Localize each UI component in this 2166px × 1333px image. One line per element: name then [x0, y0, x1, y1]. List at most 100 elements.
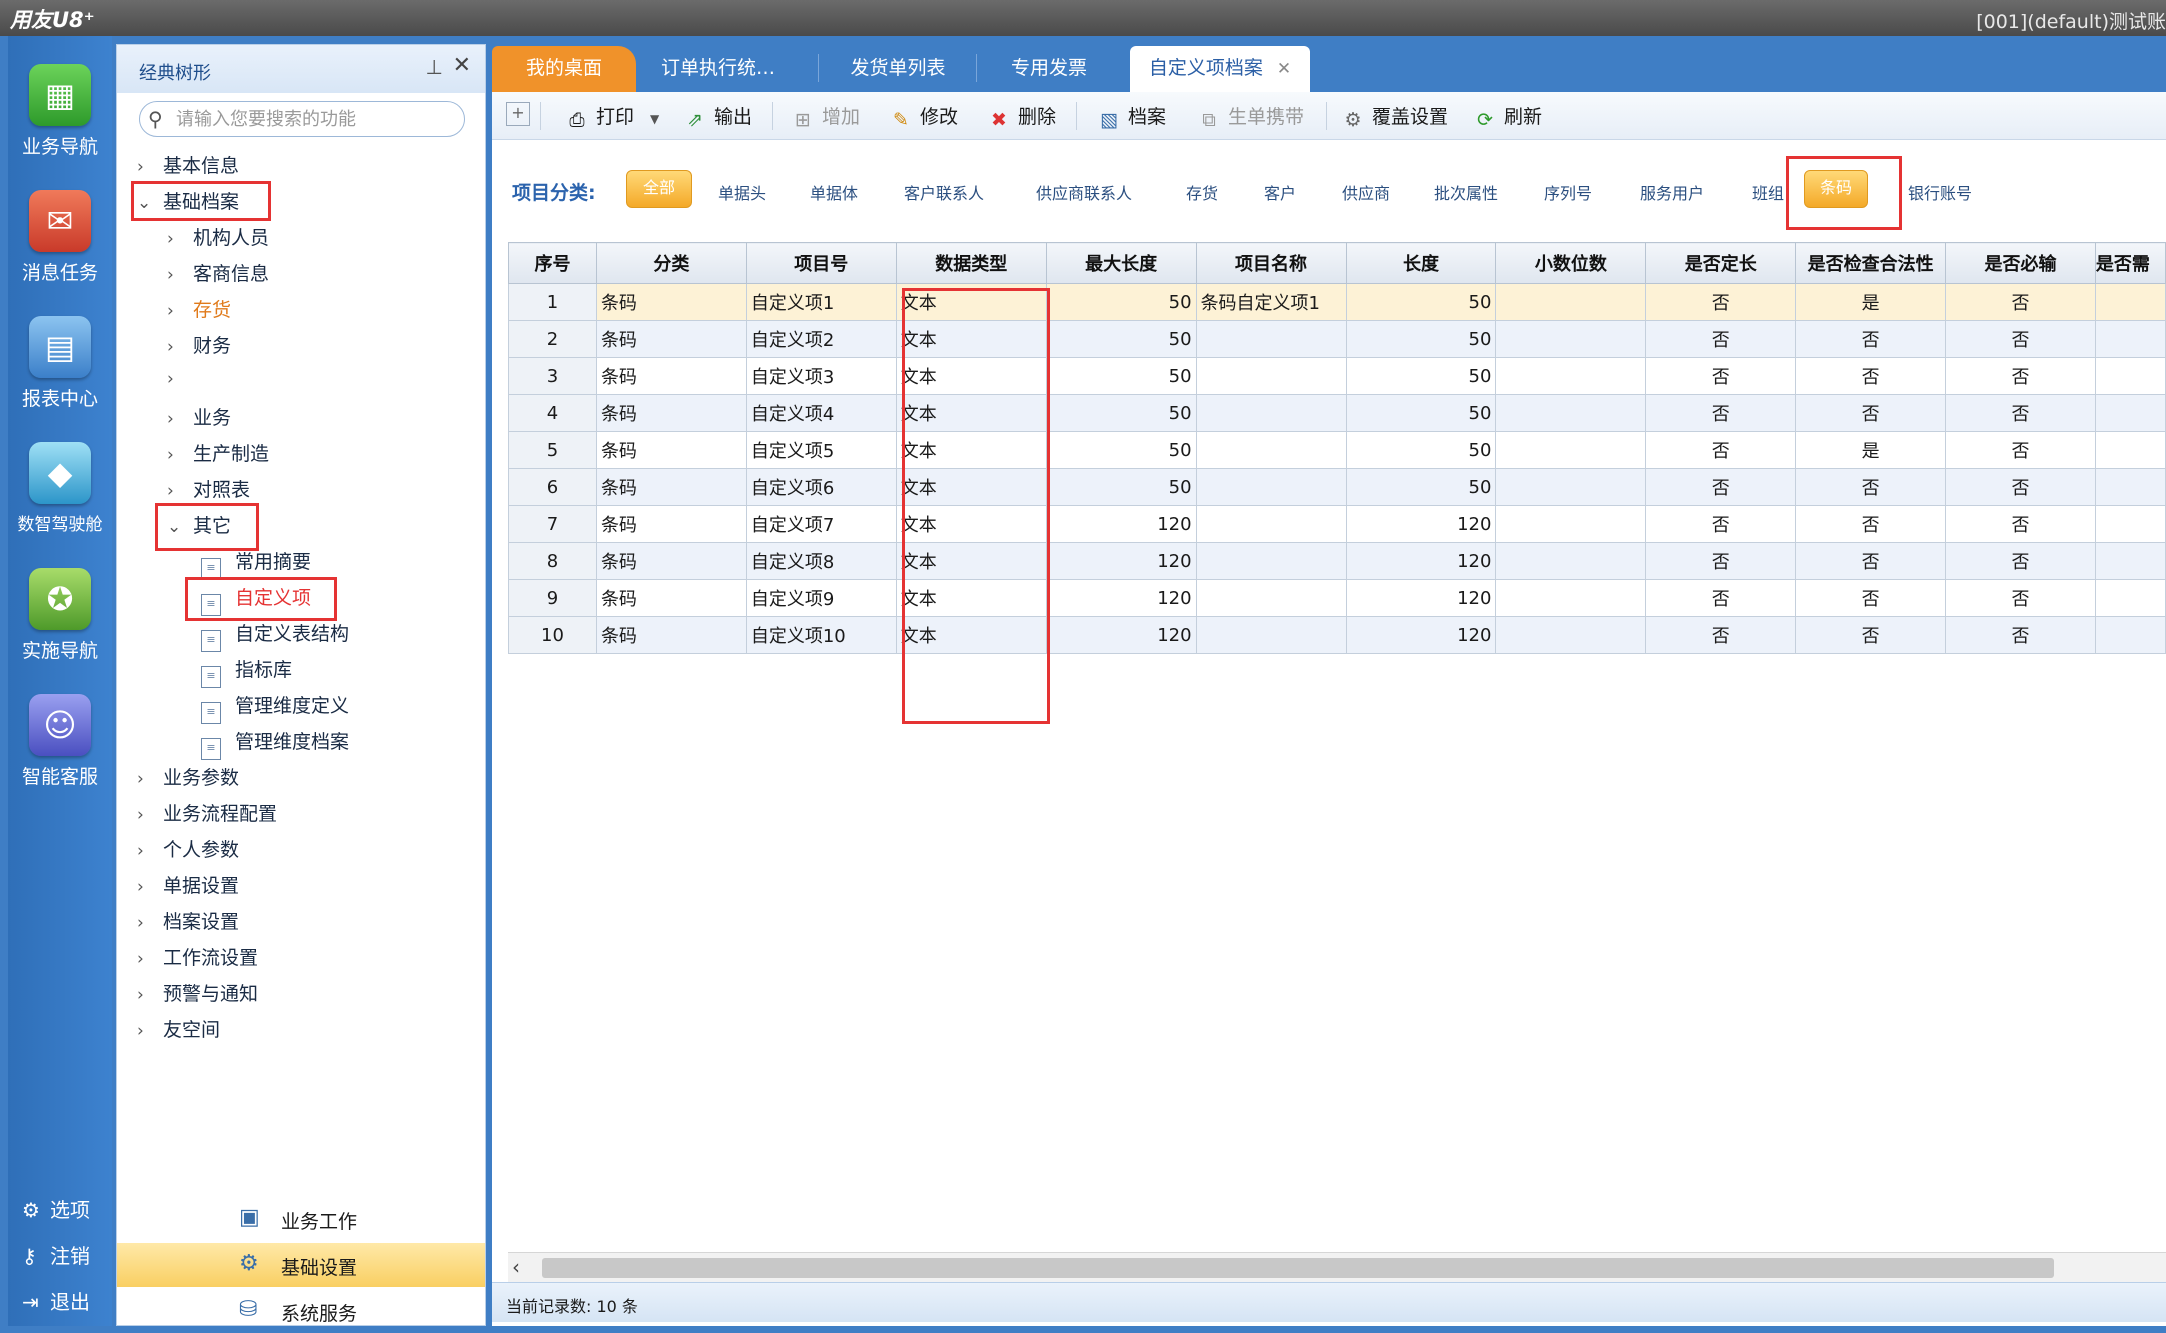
table-cell[interactable]: 否	[1795, 394, 1947, 432]
table-cell[interactable]: 120	[1345, 542, 1497, 580]
table-cell[interactable]: 否	[1945, 468, 2096, 506]
tab-my-desktop[interactable]: 我的桌面	[492, 46, 636, 92]
table-cell[interactable]	[1495, 468, 1647, 506]
scrollbar-thumb[interactable]	[542, 1258, 2054, 1278]
table-cell[interactable]: 50	[1045, 431, 1197, 469]
category-batch-attr[interactable]: 批次属性	[1434, 180, 1498, 204]
tree-node-partner-info[interactable]: › 客商信息	[167, 259, 269, 286]
rail-item-implement-nav[interactable]: ✪ 实施导航	[8, 568, 112, 663]
tree-node-indicator-lib[interactable]: ≡ 指标库	[201, 655, 292, 688]
table-row[interactable]: 9 条码 自定义项9 文本 120 120 否否否	[508, 579, 2166, 617]
table-cell[interactable]: 否	[1945, 320, 2096, 358]
delete-button[interactable]: ✖ 删除	[986, 102, 1056, 131]
table-cell[interactable]: 50	[1345, 357, 1497, 395]
table-cell[interactable]	[1195, 616, 1347, 654]
table-cell[interactable]: 否	[1645, 283, 1797, 321]
column-header[interactable]: 是否检查合法性	[1795, 242, 1947, 284]
edit-button[interactable]: ✎ 修改	[888, 102, 958, 131]
tree-node-basic-info[interactable]: › 基本信息	[137, 151, 239, 178]
table-cell[interactable]: 4	[508, 394, 597, 432]
tree-node-workspace[interactable]: › 友空间	[137, 1015, 220, 1042]
table-row[interactable]: 4 条码 自定义项4 文本 50 50 否否否	[508, 394, 2166, 432]
table-cell[interactable]	[1495, 357, 1647, 395]
table-cell[interactable]: 条码	[595, 320, 747, 358]
table-cell[interactable]	[2094, 283, 2166, 321]
table-cell[interactable]: 条码	[595, 542, 747, 580]
table-cell[interactable]: 50	[1045, 357, 1197, 395]
column-header[interactable]: 小数位数	[1495, 242, 1647, 284]
table-cell[interactable]: 条码	[595, 616, 747, 654]
column-header[interactable]: 是否定长	[1645, 242, 1797, 284]
table-cell[interactable]: 120	[1345, 579, 1497, 617]
table-cell[interactable]	[1195, 357, 1347, 395]
tab-custom-item-archive[interactable]: 自定义项档案 ✕	[1130, 46, 1310, 92]
add-button[interactable]: ⊞ 增加	[790, 102, 860, 131]
category-inventory[interactable]: 存货	[1186, 180, 1218, 204]
category-team[interactable]: 班组	[1752, 180, 1784, 204]
pin-icon[interactable]: ⊥	[426, 55, 443, 79]
close-icon[interactable]: ✕	[1277, 59, 1291, 79]
refresh-button[interactable]: ⟳ 刷新	[1472, 102, 1542, 131]
tree-node-archive-settings[interactable]: › 档案设置	[137, 907, 239, 934]
table-cell[interactable]	[2094, 468, 2166, 506]
table-cell[interactable]: 3	[508, 357, 597, 395]
table-cell[interactable]	[1195, 320, 1347, 358]
switch-basic-settings[interactable]: ⚙ 基础设置	[117, 1243, 485, 1287]
table-cell[interactable]: 自定义项2	[745, 320, 897, 358]
table-cell[interactable]: 自定义项7	[745, 505, 897, 543]
table-cell[interactable]	[2094, 542, 2166, 580]
table-cell[interactable]: 否	[1795, 579, 1947, 617]
table-cell[interactable]: 50	[1345, 320, 1497, 358]
table-cell[interactable]: 否	[1945, 616, 2096, 654]
table-cell[interactable]: 120	[1345, 616, 1497, 654]
tree-node-org-staff[interactable]: › 机构人员	[167, 223, 269, 250]
table-row[interactable]: 5 条码 自定义项5 文本 50 50 否是否	[508, 431, 2166, 469]
table-cell[interactable]	[1495, 283, 1647, 321]
table-cell[interactable]: 条码	[595, 468, 747, 506]
table-cell[interactable]: 否	[1795, 505, 1947, 543]
category-serial-no[interactable]: 序列号	[1544, 180, 1592, 204]
search-input[interactable]	[174, 104, 454, 134]
rail-item-report-center[interactable]: ▤ 报表中心	[8, 316, 112, 411]
table-cell[interactable]: 1	[508, 283, 597, 321]
chevron-down-icon[interactable]: ▼	[650, 112, 659, 126]
table-cell[interactable]: 否	[1645, 505, 1797, 543]
table-cell[interactable]: 50	[1045, 468, 1197, 506]
table-cell[interactable]: 是	[1795, 431, 1947, 469]
column-header[interactable]: 长度	[1345, 242, 1497, 284]
table-cell[interactable]: 自定义项10	[745, 616, 897, 654]
table-row[interactable]: 1 条码 自定义项1 文本 50 条码自定义项1 50 否是否	[508, 283, 2166, 321]
column-header[interactable]: 项目名称	[1195, 242, 1347, 284]
table-cell[interactable]: 50	[1345, 431, 1497, 469]
table-cell[interactable]: 50	[1045, 283, 1197, 321]
table-cell[interactable]: 条码	[595, 431, 747, 469]
table-cell[interactable]: 是	[1795, 283, 1947, 321]
table-cell[interactable]: 否	[1645, 579, 1797, 617]
table-cell[interactable]	[2094, 357, 2166, 395]
table-cell[interactable]: 否	[1795, 616, 1947, 654]
rail-item-business-nav[interactable]: ▦ 业务导航	[8, 64, 112, 159]
table-cell[interactable]: 120	[1045, 616, 1197, 654]
column-header[interactable]: 分类	[595, 242, 747, 284]
tree-node-mapping[interactable]: › 对照表	[167, 475, 250, 502]
table-cell[interactable]	[1195, 394, 1347, 432]
tree-node-alerts[interactable]: › 预警与通知	[137, 979, 258, 1006]
column-header[interactable]: 是否必输	[1945, 242, 2096, 284]
rail-item-smart-service[interactable]: ☺ 智能客服	[8, 694, 112, 789]
chevron-left-icon[interactable]: ‹	[512, 1255, 520, 1279]
table-cell[interactable]: 条码	[595, 283, 747, 321]
table-cell[interactable]	[1495, 616, 1647, 654]
table-cell[interactable]	[1495, 431, 1647, 469]
table-cell[interactable]: 否	[1795, 357, 1947, 395]
table-cell[interactable]: 条码自定义项1	[1195, 283, 1347, 321]
category-customer-contact[interactable]: 客户联系人	[904, 180, 984, 204]
table-cell[interactable]: 8	[508, 542, 597, 580]
category-voucher-head[interactable]: 单据头	[718, 180, 766, 204]
table-cell[interactable]: 否	[1945, 542, 2096, 580]
table-cell[interactable]: 否	[1645, 468, 1797, 506]
table-cell[interactable]: 否	[1645, 394, 1797, 432]
tree-node-voucher-settings[interactable]: › 单据设置	[137, 871, 239, 898]
tree-node-unnamed[interactable]: ›	[167, 367, 193, 389]
tree-node-inventory[interactable]: › 存货	[167, 295, 231, 322]
table-cell[interactable]: 否	[1945, 357, 2096, 395]
